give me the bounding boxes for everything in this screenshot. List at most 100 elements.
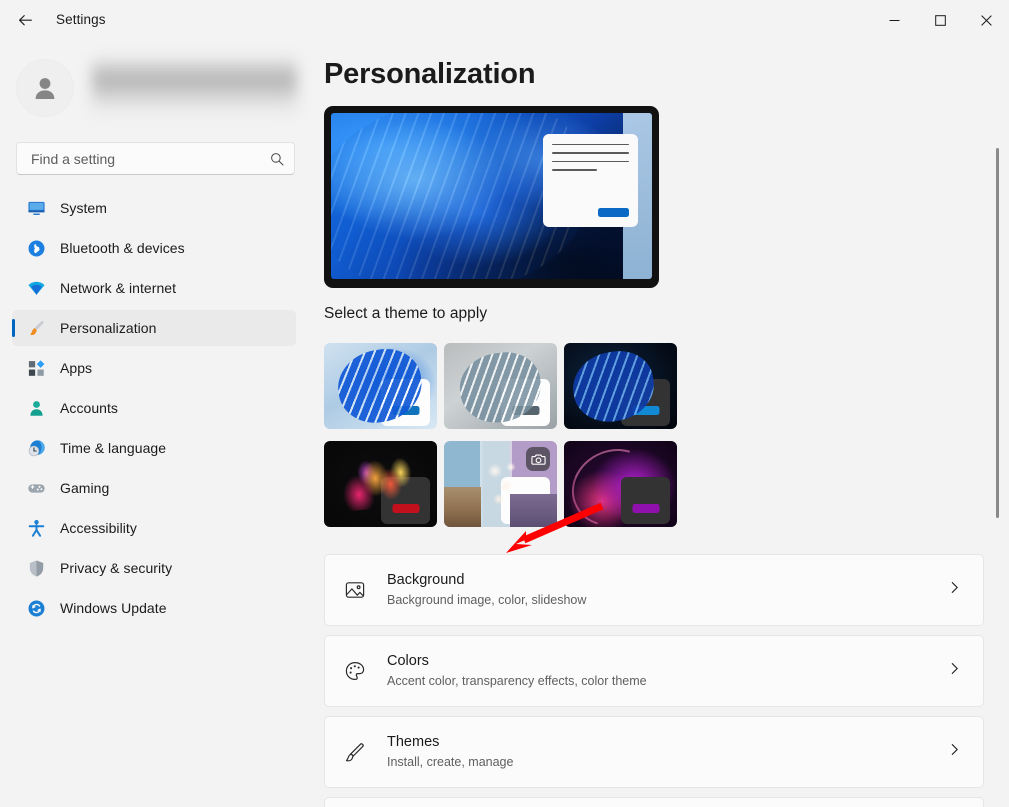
sidebar-item-accessibility[interactable]: Accessibility	[12, 510, 296, 546]
image-picture-icon	[344, 579, 366, 601]
sidebar-item-apps[interactable]: Apps	[12, 350, 296, 386]
person-icon	[26, 398, 46, 418]
avatar	[16, 59, 74, 117]
card-text: Colors Accent color, transparency effect…	[387, 652, 948, 690]
close-icon	[981, 15, 992, 26]
gamepad-icon	[26, 478, 46, 498]
bluetooth-icon	[26, 238, 46, 258]
card-title: Themes	[387, 733, 948, 753]
sidebar-item-label: Gaming	[60, 480, 109, 496]
settings-card-background[interactable]: Background Background image, color, slid…	[324, 554, 984, 626]
theme-section-label: Select a theme to apply	[324, 305, 487, 323]
paintbrush-outline-icon	[344, 741, 366, 763]
chevron-right-icon[interactable]	[948, 743, 961, 761]
update-refresh-icon	[26, 598, 46, 618]
sidebar-item-network-internet[interactable]: Network & internet	[12, 270, 296, 306]
search-box[interactable]	[16, 142, 295, 175]
theme-accent-swatch	[632, 504, 659, 513]
page-title: Personalization	[324, 58, 535, 91]
sidebar-item-label: System	[60, 200, 107, 216]
spotlight-blossom	[479, 453, 526, 517]
theme-preview-device	[324, 106, 659, 288]
wifi-icon	[26, 278, 46, 298]
navigation-list: System Bluetooth & devices Network & inter…	[12, 190, 296, 630]
close-button[interactable]	[963, 0, 1009, 40]
preview-line	[552, 144, 629, 145]
sidebar-item-windows-update[interactable]: Windows Update	[12, 590, 296, 626]
theme-thumbnail[interactable]	[324, 441, 437, 527]
main-content: Personalization Select a theme to apply	[320, 40, 1009, 807]
maximize-icon	[935, 15, 946, 26]
apps-grid-icon	[26, 358, 46, 378]
sidebar-item-accounts[interactable]: Accounts	[12, 390, 296, 426]
minimize-button[interactable]	[871, 0, 917, 40]
sidebar-item-label: Time & language	[60, 440, 166, 456]
search-input[interactable]	[31, 151, 270, 167]
sidebar-item-label: Accessibility	[60, 520, 137, 536]
sidebar-item-label: Privacy & security	[60, 560, 172, 576]
chevron-right-icon[interactable]	[948, 581, 961, 599]
preview-accent-button	[598, 208, 629, 217]
title-bar: Settings	[0, 0, 1009, 40]
chevron-right-icon[interactable]	[948, 662, 961, 680]
search-icon[interactable]	[270, 152, 284, 166]
preview-window-card	[543, 134, 638, 227]
card-title: Colors	[387, 652, 948, 672]
theme-accent-swatch	[392, 406, 419, 415]
selection-indicator	[12, 319, 15, 337]
preview-line	[552, 152, 629, 153]
color-palette-icon	[344, 660, 366, 682]
search-container	[16, 142, 295, 175]
card-subtitle: Install, create, manage	[387, 754, 948, 772]
clock-globe-icon	[26, 438, 46, 458]
sidebar-item-privacy-security[interactable]: Privacy & security	[12, 550, 296, 586]
scrollbar-thumb[interactable]	[996, 148, 999, 518]
back-button[interactable]	[8, 5, 42, 35]
arrow-left-icon	[17, 12, 34, 29]
sidebar-item-label: Personalization	[60, 320, 156, 336]
theme-accent-swatch	[392, 504, 419, 513]
settings-card-lock-screen[interactable]: Lock screen Lock screen images, apps, an…	[324, 797, 984, 807]
theme-accent-swatch	[632, 406, 659, 415]
theme-preview-wallpaper	[331, 113, 652, 279]
sidebar-item-gaming[interactable]: Gaming	[12, 470, 296, 506]
theme-thumbnail[interactable]	[444, 441, 557, 527]
accessibility-person-icon	[26, 518, 46, 538]
person-avatar-icon	[29, 72, 61, 104]
card-title: Background	[387, 571, 948, 591]
maximize-button[interactable]	[917, 0, 963, 40]
theme-window-preview	[621, 379, 670, 426]
theme-window-preview	[381, 477, 430, 524]
shield-icon	[26, 558, 46, 578]
theme-thumbnail[interactable]	[564, 343, 677, 429]
settings-card-list: Background Background image, color, slid…	[324, 554, 984, 807]
sidebar-item-time-language[interactable]: Time & language	[12, 430, 296, 466]
sidebar-item-label: Apps	[60, 360, 92, 376]
theme-thumbnail[interactable]	[324, 343, 437, 429]
theme-thumbnail[interactable]	[564, 441, 677, 527]
sidebar-item-label: Network & internet	[60, 280, 176, 296]
sidebar: System Bluetooth & devices Network & inter…	[0, 40, 320, 807]
paintbrush-icon	[26, 318, 46, 338]
settings-window: Settings	[0, 0, 1009, 807]
sidebar-item-label: Windows Update	[60, 600, 167, 616]
sidebar-item-label: Accounts	[60, 400, 118, 416]
main-scrollbar[interactable]	[991, 40, 1005, 807]
window-controls	[871, 0, 1009, 40]
sidebar-item-system[interactable]: System	[12, 190, 296, 226]
camera-icon	[526, 447, 550, 471]
sidebar-item-bluetooth-devices[interactable]: Bluetooth & devices	[12, 230, 296, 266]
theme-thumbnail[interactable]	[444, 343, 557, 429]
card-subtitle: Accent color, transparency effects, colo…	[387, 673, 948, 691]
settings-card-themes[interactable]: Themes Install, create, manage	[324, 716, 984, 788]
preview-line	[552, 161, 629, 162]
monitor-icon	[26, 198, 46, 218]
app-title: Settings	[56, 13, 106, 27]
settings-card-colors[interactable]: Colors Accent color, transparency effect…	[324, 635, 984, 707]
card-text: Themes Install, create, manage	[387, 733, 948, 771]
sidebar-item-personalization[interactable]: Personalization	[12, 310, 296, 346]
theme-window-preview	[381, 379, 430, 426]
card-text: Background Background image, color, slid…	[387, 571, 948, 609]
account-block[interactable]	[16, 56, 320, 120]
theme-accent-swatch	[512, 406, 539, 415]
